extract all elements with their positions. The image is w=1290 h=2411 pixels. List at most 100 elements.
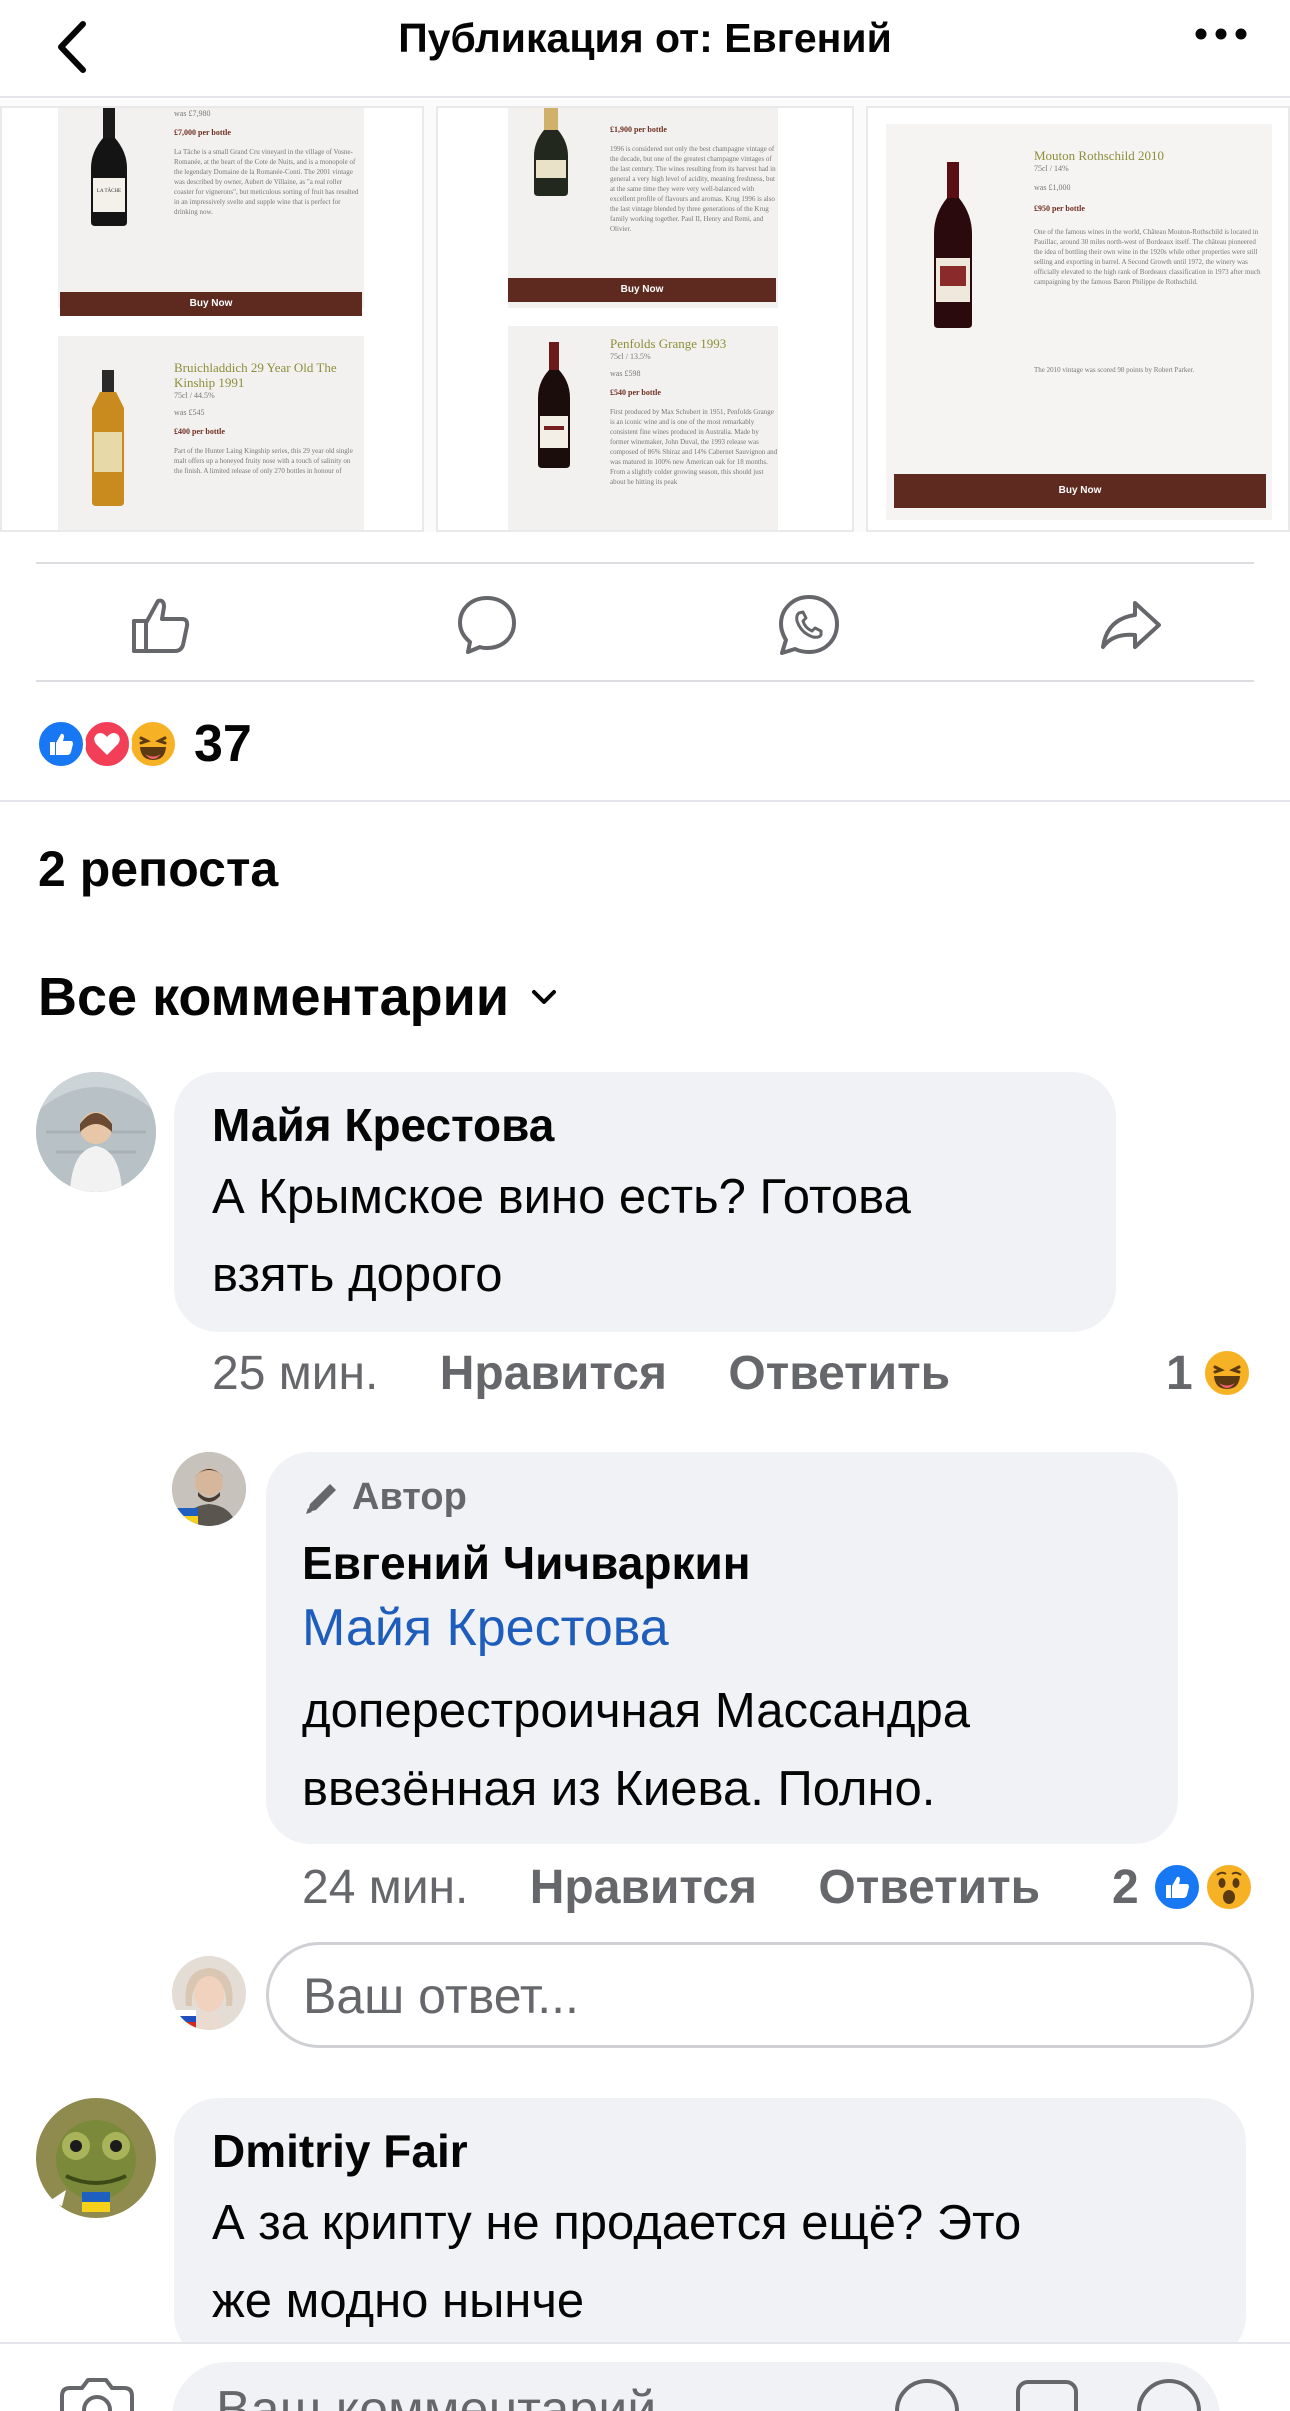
haha-icon xyxy=(1202,1348,1252,1398)
buy-now-button[interactable]: Buy Now xyxy=(60,292,362,316)
whatsapp-icon xyxy=(779,595,839,655)
reply-input-placeholder: Ваш ответ... xyxy=(303,1968,579,2024)
pencil-icon xyxy=(306,1483,336,1514)
share-arrow-icon xyxy=(1101,601,1161,649)
comment-reaction-count[interactable]: 2 xyxy=(1112,1860,1139,1915)
comment-text: А за крипту не продается ещё? Это же мод… xyxy=(212,2184,1021,2340)
product-card: Mouton Rothschild 2010 75cl / 14% was £1… xyxy=(1034,148,1266,375)
like-icon xyxy=(1152,1862,1202,1912)
more-options-button[interactable] xyxy=(1188,14,1254,54)
product-card: Penfolds Grange 1993 75cl / 13.5% was £5… xyxy=(610,336,778,519)
comment-timestamp: 24 мин. xyxy=(302,1861,469,1914)
wow-icon xyxy=(1204,1862,1254,1912)
chevron-down-icon xyxy=(531,989,557,1005)
product-price: £7,000 per bottle xyxy=(174,128,231,137)
camera-icon[interactable] xyxy=(54,2376,140,2411)
reposts-count[interactable]: 2 репоста xyxy=(38,840,278,898)
product-card: Bruichladdich 29 Year Old The Kinship 19… xyxy=(174,360,360,508)
comments-filter-dropdown[interactable]: Все комментарии xyxy=(38,966,557,1028)
product-price: £1,900 per bottle xyxy=(610,125,667,134)
comment-meta-row: 25 мин. Нравится Ответить xyxy=(212,1346,950,1401)
product-meta: 75cl / 13.5% xyxy=(610,352,651,361)
comment-text-line: доперестроичная Массандра xyxy=(302,1684,970,1738)
product-was-price: was £545 xyxy=(174,408,205,417)
avatar[interactable] xyxy=(172,1452,246,1526)
avatar[interactable] xyxy=(36,2098,156,2218)
post-actions-bar xyxy=(36,562,1254,682)
product-price: £540 per bottle xyxy=(610,388,661,397)
comment-text: доперестроичная Массандра ввезённая из К… xyxy=(302,1672,970,1828)
comments-filter-label: Все комментарии xyxy=(38,967,510,1027)
gif-icon[interactable] xyxy=(1012,2376,1082,2411)
comment-meta-row: 24 мин. Нравится Ответить xyxy=(302,1860,1040,1915)
product-price: £400 per bottle xyxy=(174,427,225,436)
comment-reaction-count[interactable]: 1 xyxy=(1166,1346,1193,1401)
sticker-icon[interactable] xyxy=(1134,2376,1204,2411)
comment-text-line: А Крымское вино есть? Готова xyxy=(212,1170,911,1224)
like-button[interactable] xyxy=(126,590,196,660)
post-image-wine-catalog[interactable]: LA TÂCHE was £7,980 £7,000 per bottle La… xyxy=(0,100,1290,532)
reactions-count: 37 xyxy=(194,715,252,773)
product-price: £950 per bottle xyxy=(1034,204,1085,213)
wine-bottle-image: LA TÂCHE xyxy=(91,108,127,226)
comment-icon xyxy=(458,596,516,654)
author-badge-label: Автор xyxy=(352,1476,467,1518)
whisky-bottle-image xyxy=(92,370,124,506)
page-title: Публикация от: Евгений xyxy=(398,15,892,61)
wine-bottle-image xyxy=(538,342,570,468)
share-button[interactable] xyxy=(1096,590,1166,660)
product-meta: 75cl / 14% xyxy=(1034,164,1069,173)
author-badge: Автор xyxy=(302,1476,467,1519)
product-name: Bruichladdich 29 Year Old The Kinship 19… xyxy=(174,360,337,390)
comment-input[interactable]: Ваш комментарий... xyxy=(172,2362,1220,2411)
product-was-price: was £598 xyxy=(610,369,641,378)
comment-like-button[interactable]: Нравится xyxy=(440,1347,667,1400)
catalog-column-2: £1,900 per bottle 1996 is considered not… xyxy=(436,106,854,532)
product-description: The 2010 vintage was scored 98 points by… xyxy=(1034,366,1195,374)
comment-author[interactable]: Евгений Чичваркин xyxy=(302,1536,751,1590)
thumbs-up-icon xyxy=(132,598,190,653)
product-was-price: was £1,000 xyxy=(1034,183,1071,192)
product-card: £1,900 per bottle 1996 is considered not… xyxy=(610,124,778,276)
comment-text-line: же модно нынче xyxy=(212,2274,585,2328)
comment-author[interactable]: Майя Крестова xyxy=(212,1098,554,1152)
product-meta: was £7,980 xyxy=(174,109,211,118)
emoji-icon[interactable] xyxy=(892,2376,962,2411)
product-meta: 75cl / 44.5% xyxy=(174,391,215,400)
comment-timestamp: 25 мин. xyxy=(212,1347,379,1400)
comment-mention-link[interactable]: Майя Крестова xyxy=(302,1598,669,1658)
bottle-label: LA TÂCHE xyxy=(97,188,121,194)
buy-now-button[interactable]: Buy Now xyxy=(894,474,1266,508)
comment-composer-bar: Ваш комментарий... xyxy=(0,2342,1290,2411)
reactions-summary[interactable]: 37 xyxy=(36,715,252,773)
catalog-column-3: Mouton Rothschild 2010 75cl / 14% was £1… xyxy=(866,106,1290,532)
whatsapp-share-button[interactable] xyxy=(774,590,844,660)
more-icon xyxy=(1195,28,1247,40)
reply-input[interactable]: Ваш ответ... xyxy=(266,1942,1254,2048)
product-card: was £7,980 £7,000 per bottle La Tâche is… xyxy=(174,108,360,265)
comment-reply-button[interactable]: Ответить xyxy=(818,1861,1040,1914)
product-description: Part of the Hunter Laing Kingship series… xyxy=(174,447,353,475)
champagne-bottle-image xyxy=(534,108,568,196)
top-bar: Публикация от: Евгений xyxy=(0,0,1290,98)
product-name: Mouton Rothschild 2010 xyxy=(1034,148,1165,163)
comment-like-button[interactable]: Нравится xyxy=(530,1861,757,1914)
comment-text-line: взять дорого xyxy=(212,1248,503,1302)
haha-icon xyxy=(128,719,178,769)
product-description: La Tâche is a small Grand Cru vineyard i… xyxy=(174,148,359,216)
comment-text-line: А за крипту не продается ещё? Это xyxy=(212,2196,1022,2250)
product-description: 1996 is considered not only the best cha… xyxy=(610,145,776,233)
product-name: Penfolds Grange 1993 xyxy=(610,336,727,351)
catalog-column-1: LA TÂCHE was £7,980 £7,000 per bottle La… xyxy=(0,106,424,532)
avatar[interactable] xyxy=(172,1956,246,2030)
divider xyxy=(0,800,1290,802)
wine-bottle-image xyxy=(934,162,972,328)
comment-reply-button[interactable]: Ответить xyxy=(728,1347,950,1400)
comment-author[interactable]: Dmitriy Fair xyxy=(212,2124,468,2178)
buy-now-button[interactable]: Buy Now xyxy=(508,278,776,302)
like-icon xyxy=(36,719,86,769)
comment-input-placeholder: Ваш комментарий... xyxy=(216,2381,700,2411)
comment-button[interactable] xyxy=(452,590,522,660)
comment-text: А Крымское вино есть? Готова взять дорог… xyxy=(212,1158,911,1314)
avatar[interactable] xyxy=(36,1072,156,1192)
